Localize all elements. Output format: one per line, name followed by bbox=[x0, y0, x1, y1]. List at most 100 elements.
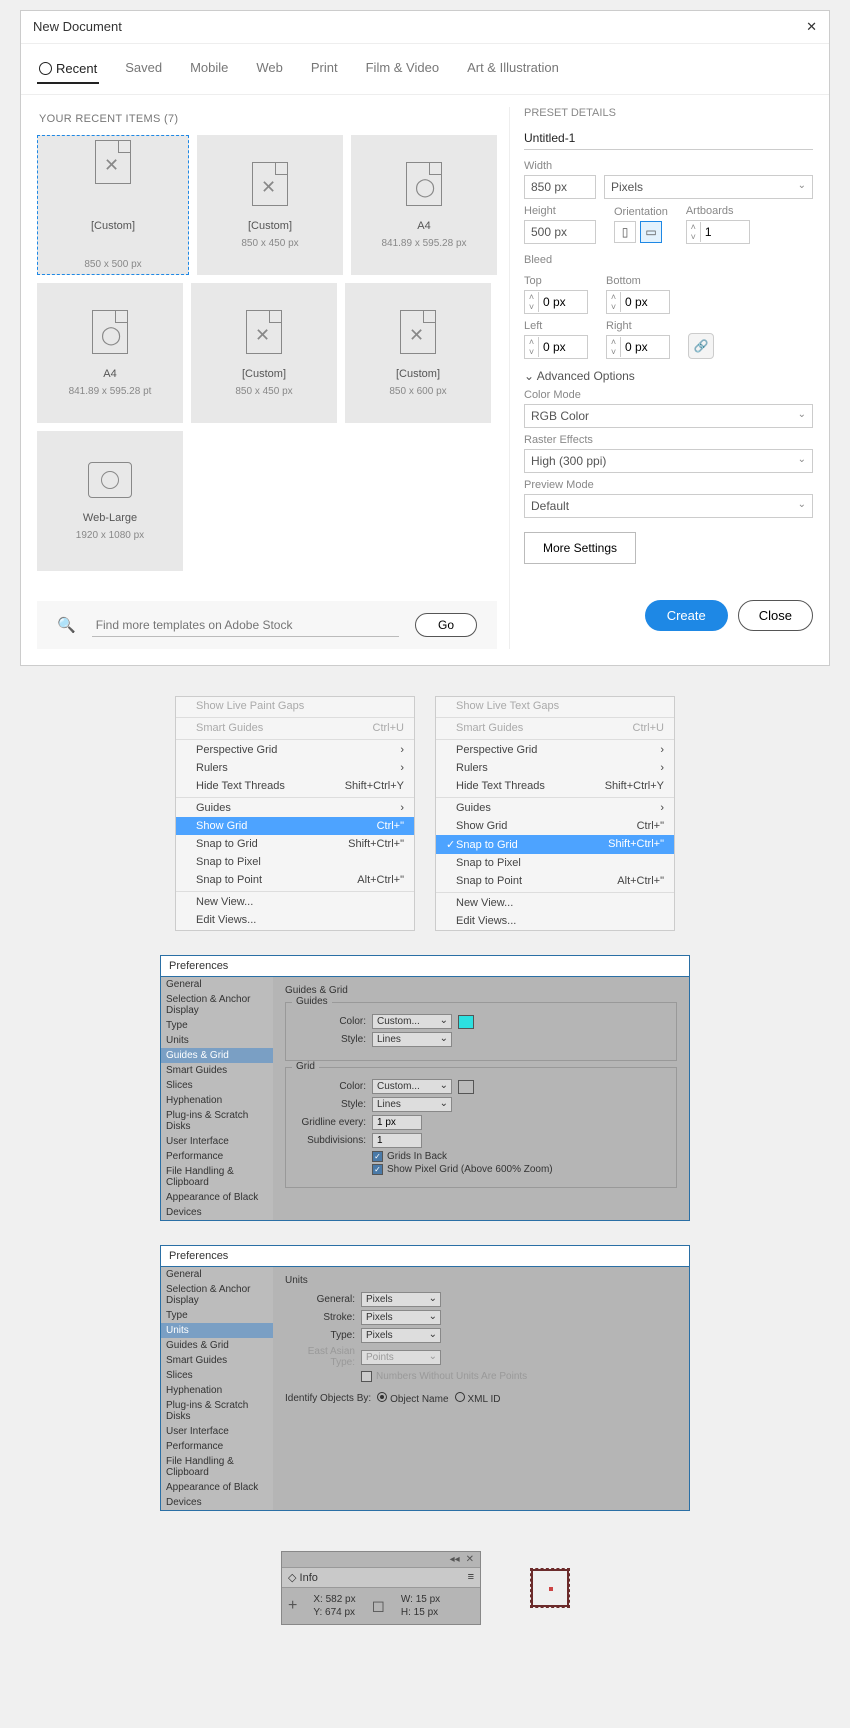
tab-print[interactable]: Print bbox=[309, 54, 340, 84]
menu-item[interactable]: Smart GuidesCtrl+U bbox=[436, 717, 674, 737]
menu-item[interactable]: Show GridCtrl+" bbox=[176, 817, 414, 835]
tab-recent[interactable]: Recent bbox=[37, 54, 99, 84]
document-name-input[interactable]: Untitled-1 bbox=[524, 127, 813, 150]
tab-saved[interactable]: Saved bbox=[123, 54, 164, 84]
menu-item[interactable]: Snap to PointAlt+Ctrl+" bbox=[436, 872, 674, 890]
gridline-input[interactable] bbox=[372, 1115, 422, 1130]
menu-item[interactable]: Edit Views... bbox=[176, 911, 414, 929]
pref-sidebar-item[interactable]: Smart Guides bbox=[161, 1353, 273, 1368]
tab-art[interactable]: Art & Illustration bbox=[465, 54, 561, 84]
grids-in-back-checkbox[interactable]: ✓Grids In Back bbox=[372, 1151, 666, 1162]
pref-sidebar-item[interactable]: Units bbox=[161, 1323, 273, 1338]
pref-sidebar-item[interactable]: File Handling & Clipboard bbox=[161, 1454, 273, 1480]
units-stroke-select[interactable]: Pixels bbox=[361, 1310, 441, 1325]
tab-mobile[interactable]: Mobile bbox=[188, 54, 230, 84]
menu-item[interactable]: New View... bbox=[436, 892, 674, 912]
width-input[interactable]: 850 px bbox=[524, 175, 596, 199]
pref-sidebar-item[interactable]: User Interface bbox=[161, 1424, 273, 1439]
guides-color-select[interactable]: Custom... bbox=[372, 1014, 452, 1029]
color-mode-select[interactable]: RGB Color⌄ bbox=[524, 404, 813, 428]
pref-sidebar-item[interactable]: Selection & Anchor Display bbox=[161, 992, 273, 1018]
menu-item[interactable]: Snap to Pixel bbox=[176, 853, 414, 871]
pref-sidebar-item[interactable]: Slices bbox=[161, 1078, 273, 1093]
pref-sidebar-item[interactable]: Devices bbox=[161, 1495, 273, 1510]
pixel-grid-checkbox[interactable]: ✓Show Pixel Grid (Above 600% Zoom) bbox=[372, 1164, 666, 1175]
raster-select[interactable]: High (300 ppi)⌄ bbox=[524, 449, 813, 473]
orientation-portrait[interactable]: ▯ bbox=[614, 221, 636, 243]
subdiv-input[interactable] bbox=[372, 1133, 422, 1148]
pref-sidebar-item[interactable]: Smart Guides bbox=[161, 1063, 273, 1078]
preset-card[interactable]: ◯A4841.89 x 595.28 pt bbox=[37, 283, 183, 423]
menu-item[interactable]: Snap to PointAlt+Ctrl+" bbox=[176, 871, 414, 889]
pref-sidebar-item[interactable]: Performance bbox=[161, 1149, 273, 1164]
menu-item[interactable]: Snap to Pixel bbox=[436, 854, 674, 872]
collapse-icon[interactable]: ◂◂ bbox=[450, 1554, 460, 1565]
menu-icon[interactable]: ≡ bbox=[468, 1571, 474, 1584]
bleed-top[interactable]: ˄˅ bbox=[524, 290, 588, 314]
grid-color-select[interactable]: Custom... bbox=[372, 1079, 452, 1094]
bleed-right[interactable]: ˄˅ bbox=[606, 335, 670, 359]
artboards-stepper[interactable]: ˄˅ bbox=[686, 220, 750, 244]
create-button[interactable]: Create bbox=[645, 600, 728, 631]
menu-item[interactable]: Rulers› bbox=[176, 759, 414, 777]
pref-sidebar-item[interactable]: Hyphenation bbox=[161, 1383, 273, 1398]
close-icon[interactable]: ✕ bbox=[466, 1554, 474, 1565]
pref-sidebar-item[interactable]: Devices bbox=[161, 1205, 273, 1220]
units-select[interactable]: Pixels⌄ bbox=[604, 175, 813, 199]
preview-select[interactable]: Default⌄ bbox=[524, 494, 813, 518]
pref-sidebar-item[interactable]: Performance bbox=[161, 1439, 273, 1454]
more-settings-button[interactable]: More Settings bbox=[524, 532, 636, 564]
pref-sidebar-item[interactable]: Plug-ins & Scratch Disks bbox=[161, 1108, 273, 1134]
tab-web[interactable]: Web bbox=[254, 54, 285, 84]
go-button[interactable]: Go bbox=[415, 613, 477, 637]
preset-card[interactable]: Web-Large1920 x 1080 px bbox=[37, 431, 183, 571]
height-input[interactable]: 500 px bbox=[524, 220, 596, 244]
pref-sidebar-item[interactable]: Selection & Anchor Display bbox=[161, 1282, 273, 1308]
pref-sidebar-item[interactable]: Guides & Grid bbox=[161, 1048, 273, 1063]
close-icon[interactable]: ✕ bbox=[806, 19, 817, 35]
guides-style-select[interactable]: Lines bbox=[372, 1032, 452, 1047]
menu-item[interactable]: Perspective Grid› bbox=[176, 739, 414, 759]
pref-sidebar-item[interactable]: Appearance of Black bbox=[161, 1190, 273, 1205]
pref-sidebar-item[interactable]: Guides & Grid bbox=[161, 1338, 273, 1353]
menu-item[interactable]: Edit Views... bbox=[436, 912, 674, 930]
menu-item[interactable]: Hide Text ThreadsShift+Ctrl+Y bbox=[436, 777, 674, 795]
menu-item[interactable]: Smart GuidesCtrl+U bbox=[176, 717, 414, 737]
preset-card[interactable]: ✕[Custom]850 x 500 px bbox=[37, 135, 189, 275]
menu-item[interactable]: Rulers› bbox=[436, 759, 674, 777]
pref-sidebar-item[interactable]: General bbox=[161, 977, 273, 992]
menu-item[interactable]: New View... bbox=[176, 891, 414, 911]
pref-sidebar-item[interactable]: Units bbox=[161, 1033, 273, 1048]
menu-item[interactable]: Guides› bbox=[436, 797, 674, 817]
advanced-toggle[interactable]: ⌄ Advanced Options bbox=[524, 369, 813, 383]
pref-sidebar-item[interactable]: General bbox=[161, 1267, 273, 1282]
radio-xml-id[interactable]: XML ID bbox=[455, 1392, 501, 1405]
preset-card[interactable]: ◯A4841.89 x 595.28 px bbox=[351, 135, 497, 275]
bleed-left[interactable]: ˄˅ bbox=[524, 335, 588, 359]
radio-object-name[interactable]: Object Name bbox=[377, 1392, 448, 1405]
pref-sidebar-item[interactable]: Type bbox=[161, 1308, 273, 1323]
menu-item[interactable]: Show Live Text Gaps bbox=[436, 697, 674, 715]
grid-style-select[interactable]: Lines bbox=[372, 1097, 452, 1112]
tab-film[interactable]: Film & Video bbox=[364, 54, 441, 84]
orientation-landscape[interactable]: ▭ bbox=[640, 221, 662, 243]
preset-card[interactable]: ✕[Custom]850 x 450 px bbox=[191, 283, 337, 423]
preset-card[interactable]: ✕[Custom]850 x 600 px bbox=[345, 283, 491, 423]
pref-sidebar-item[interactable]: Appearance of Black bbox=[161, 1480, 273, 1495]
pref-sidebar-item[interactable]: Type bbox=[161, 1018, 273, 1033]
bleed-bottom[interactable]: ˄˅ bbox=[606, 290, 670, 314]
color-swatch[interactable] bbox=[458, 1080, 474, 1094]
pref-sidebar-item[interactable]: Hyphenation bbox=[161, 1093, 273, 1108]
units-general-select[interactable]: Pixels bbox=[361, 1292, 441, 1307]
link-icon[interactable]: 🔗 bbox=[688, 333, 714, 359]
menu-item[interactable]: Hide Text ThreadsShift+Ctrl+Y bbox=[176, 777, 414, 795]
close-button[interactable]: Close bbox=[738, 600, 813, 631]
pref-sidebar-item[interactable]: User Interface bbox=[161, 1134, 273, 1149]
menu-item[interactable]: ✓Snap to GridShift+Ctrl+" bbox=[436, 835, 674, 854]
preset-card[interactable]: ✕[Custom]850 x 450 px bbox=[197, 135, 343, 275]
menu-item[interactable]: Show Live Paint Gaps bbox=[176, 697, 414, 715]
pref-sidebar-item[interactable]: File Handling & Clipboard bbox=[161, 1164, 273, 1190]
units-type-select[interactable]: Pixels bbox=[361, 1328, 441, 1343]
menu-item[interactable]: Guides› bbox=[176, 797, 414, 817]
pref-sidebar-item[interactable]: Plug-ins & Scratch Disks bbox=[161, 1398, 273, 1424]
